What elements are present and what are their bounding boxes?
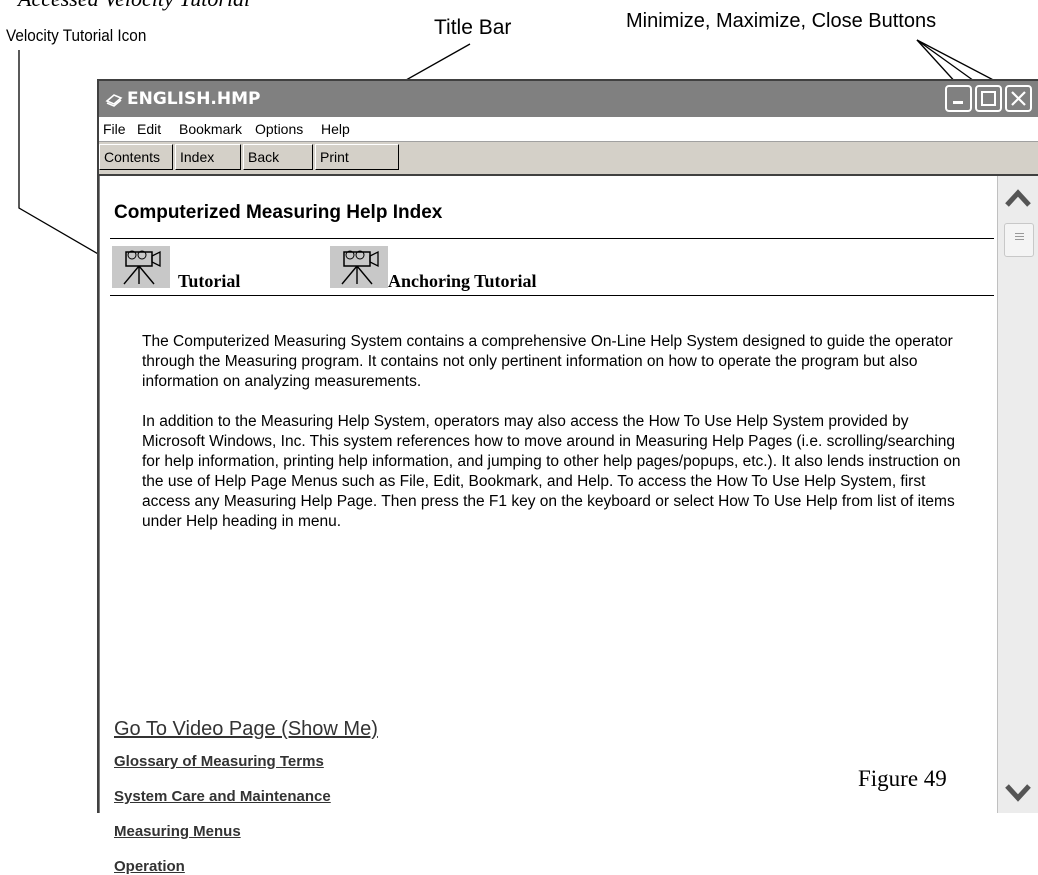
video-camera-icon[interactable] [330,246,388,288]
minimize-button[interactable] [945,85,972,112]
button-bar: Contents Index Back Print [99,142,1038,176]
figure-caption: Figure 49 [858,766,947,791]
title-bar-callout: Title Bar [434,16,512,39]
velocity-tutorial-icon-callout: Velocity Tutorial Icon [6,26,147,45]
menu-file[interactable]: File [103,121,126,137]
tutorial-link[interactable]: Tutorial [178,271,240,292]
title-divider [110,238,994,239]
glossary-link[interactable]: Glossary of Measuring Terms [114,753,324,770]
window-title: ENGLISH.HMP [127,89,261,109]
close-icon [1011,91,1026,106]
contents-button[interactable]: Contents [99,144,173,170]
video-page-link[interactable]: Go To Video Page (Show Me) [114,718,378,741]
scroll-up-icon[interactable] [1004,188,1032,208]
close-button[interactable] [1005,85,1032,112]
video-camera-icon[interactable] [112,246,170,288]
menu-options[interactable]: Options [255,121,303,137]
help-window: ENGLISH.HMP File Edit Bookmark Options H… [97,79,1038,875]
system-care-link[interactable]: System Care and Maintenance [114,788,331,805]
print-button[interactable]: Print [315,144,399,170]
tutorial-divider [110,295,994,296]
index-button[interactable]: Index [175,144,241,170]
help-book-icon [105,90,123,108]
maximize-button[interactable] [975,85,1002,112]
help-content: Computerized Measuring Help Index Tutori… [99,176,999,875]
menu-bookmark[interactable]: Bookmark [179,121,242,137]
anchoring-tutorial-link[interactable]: Anchoring Tutorial [388,271,537,292]
intro-paragraph: The Computerized Measuring System contai… [142,333,953,390]
menu-bar: File Edit Bookmark Options Help [99,117,1038,142]
vertical-scrollbar[interactable] [997,176,1038,813]
operation-link[interactable]: Operation [114,858,185,875]
menu-help[interactable]: Help [321,121,350,137]
title-bar[interactable]: ENGLISH.HMP [99,81,1038,117]
window-buttons-callout: Minimize, Maximize, Close Buttons [626,10,937,32]
header-text-fragment: Accessed Velocity Tutorial [18,0,250,12]
back-button[interactable]: Back [243,144,313,170]
maximize-icon [981,91,996,106]
how-to-use-paragraph: In addition to the Measuring Help System… [142,413,961,530]
scroll-thumb[interactable] [1004,223,1034,257]
menu-edit[interactable]: Edit [137,121,161,137]
scroll-down-icon[interactable] [1004,781,1032,803]
minimize-icon [953,101,963,104]
page-title: Computerized Measuring Help Index [114,202,443,223]
measuring-menus-link[interactable]: Measuring Menus [114,823,241,840]
